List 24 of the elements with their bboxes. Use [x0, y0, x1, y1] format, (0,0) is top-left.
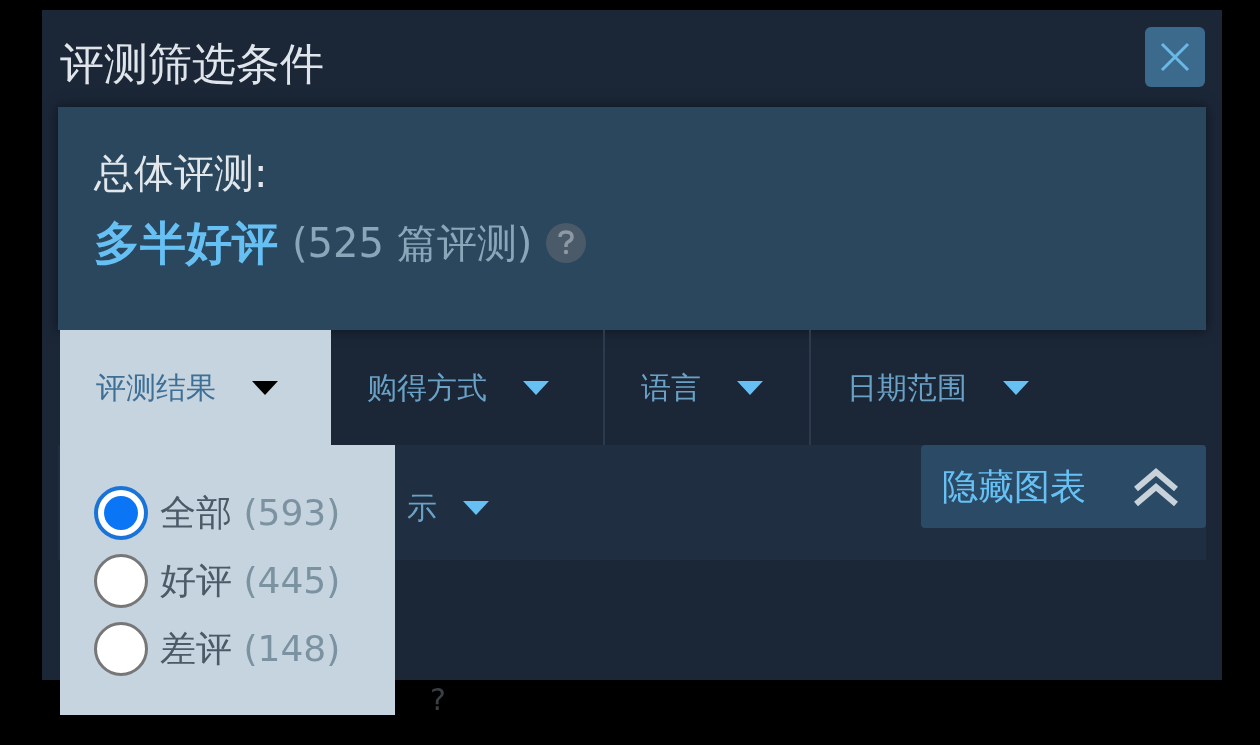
- double-chevron-up-icon: [1132, 466, 1180, 507]
- radio-option[interactable]: 全部 (593): [94, 486, 395, 539]
- caret-icon: [737, 380, 763, 395]
- hide-chart-button[interactable]: 隐藏图表: [921, 445, 1206, 528]
- background-text: ?: [430, 682, 446, 717]
- radio-option[interactable]: 好评 (445): [94, 554, 395, 607]
- filter-tab[interactable]: 评测结果: [60, 330, 331, 445]
- filter-tab[interactable]: 日期范围: [811, 330, 1051, 445]
- dialog-title: 评测筛选条件: [60, 37, 324, 91]
- caret-icon: [1003, 380, 1029, 395]
- radio-button[interactable]: [94, 553, 148, 608]
- filter-dropdown[interactable]: 示: [407, 485, 489, 530]
- summary-label: 总体评测:: [94, 149, 269, 198]
- radio-button[interactable]: [94, 621, 148, 676]
- rating-text: 多半好评: [94, 215, 278, 272]
- review-count: (525 篇评测): [292, 219, 533, 268]
- caret-icon: [523, 380, 549, 395]
- help-icon[interactable]: [546, 223, 587, 263]
- close-button[interactable]: [1145, 27, 1205, 87]
- caret-icon: [463, 500, 489, 515]
- radio-button[interactable]: [94, 485, 148, 540]
- radio-option[interactable]: 差评 (148): [94, 622, 395, 675]
- close-icon: [1159, 41, 1191, 73]
- caret-icon: [252, 380, 278, 395]
